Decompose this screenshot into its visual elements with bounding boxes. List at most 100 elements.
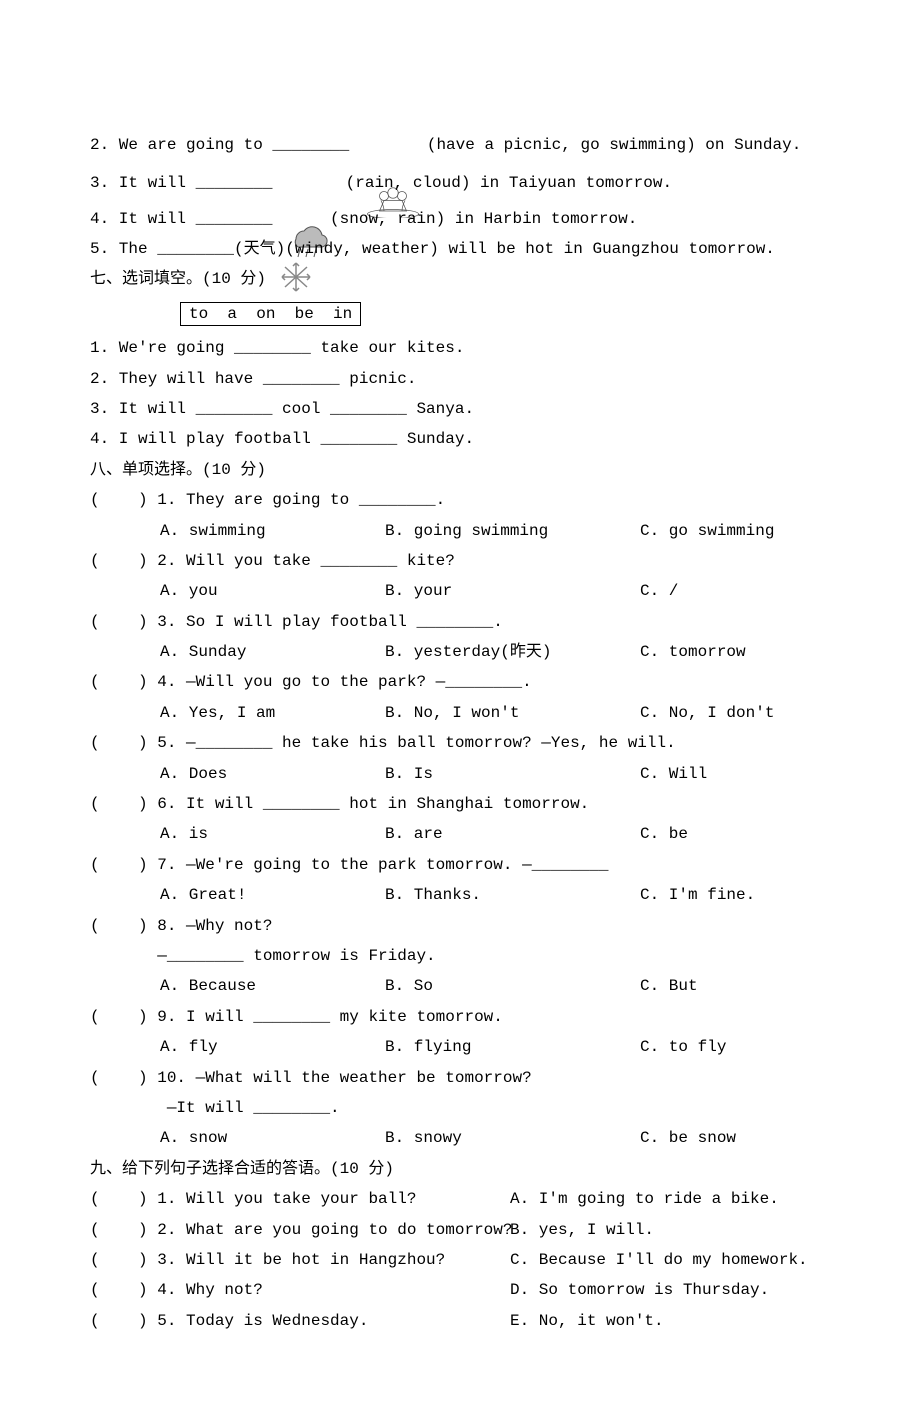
question-text: ( ) 10. —What will the weather be tomorr…: [90, 1063, 532, 1093]
option-c: C. go swimming: [640, 516, 830, 546]
option-b: B. are: [385, 819, 640, 849]
mc-question: ( ) 2. Will you take ________ kite?: [90, 546, 830, 576]
fill-blank-item: 3. It will ________ cool ________ Sanya.: [90, 394, 830, 424]
question-text: ( ) 5. —________ he take his ball tomorr…: [90, 728, 676, 758]
mc-question: ( ) 10. —What will the weather be tomorr…: [90, 1063, 830, 1093]
match-answer: D. So tomorrow is Thursday.: [510, 1275, 830, 1305]
item-text: 2. They will have ________ picnic.: [90, 364, 416, 394]
option-a: A. swimming: [160, 516, 385, 546]
option-c: C. be snow: [640, 1123, 830, 1153]
option-a: A. Sunday: [160, 637, 385, 667]
option-b: B. No, I won't: [385, 698, 640, 728]
mc-options: A. SundayB. yesterday(昨天)C. tomorrow: [90, 637, 830, 667]
match-row: ( ) 1. Will you take your ball?A. I'm go…: [90, 1184, 830, 1214]
option-c: C. tomorrow: [640, 637, 830, 667]
q3-prefix: 3. It will ________: [90, 168, 282, 198]
option-b: B. yesterday(昨天): [385, 637, 640, 667]
option-c: C. No, I don't: [640, 698, 830, 728]
mc-options: A. BecauseB. SoC. But: [90, 971, 830, 1001]
mc-options: A. DoesB. IsC. Will: [90, 759, 830, 789]
question-text: —It will ________.: [90, 1093, 340, 1123]
match-row: ( ) 5. Today is Wednesday.E. No, it won'…: [90, 1306, 830, 1336]
option-c: C. to fly: [640, 1032, 830, 1062]
question-text: ( ) 9. I will ________ my kite tomorrow.: [90, 1002, 503, 1032]
option-b: B. your: [385, 576, 640, 606]
mc-options: A. youB. yourC. /: [90, 576, 830, 606]
section-9-items: ( ) 1. Will you take your ball?A. I'm go…: [90, 1184, 830, 1336]
option-c: C. be: [640, 819, 830, 849]
match-question: ( ) 5. Today is Wednesday.: [90, 1306, 510, 1336]
mc-question-cont: —________ tomorrow is Friday.: [90, 941, 830, 971]
mc-options: A. Yes, I amB. No, I won'tC. No, I don't: [90, 698, 830, 728]
option-a: A. snow: [160, 1123, 385, 1153]
section-9-heading: 九、给下列句子选择合适的答语。(10 分): [90, 1154, 830, 1184]
q4-prefix: 4. It will ________: [90, 204, 272, 234]
mc-question: ( ) 4. —Will you go to the park? —______…: [90, 667, 830, 697]
option-c: C. I'm fine.: [640, 880, 830, 910]
mc-question: ( ) 3. So I will play football ________.: [90, 607, 830, 637]
mc-question: ( ) 6. It will ________ hot in Shanghai …: [90, 789, 830, 819]
option-c: C. Will: [640, 759, 830, 789]
match-answer: C. Because I'll do my homework.: [510, 1245, 830, 1275]
mc-question: ( ) 8. —Why not?: [90, 911, 830, 941]
option-a: A. Does: [160, 759, 385, 789]
match-question: ( ) 1. Will you take your ball?: [90, 1184, 510, 1214]
match-question: ( ) 3. Will it be hot in Hangzhou?: [90, 1245, 510, 1275]
mc-options: A. isB. areC. be: [90, 819, 830, 849]
match-row: ( ) 4. Why not?D. So tomorrow is Thursda…: [90, 1275, 830, 1305]
option-a: A. Great!: [160, 880, 385, 910]
q2-prefix: 2. We are going to ________: [90, 130, 359, 160]
option-b: B. snowy: [385, 1123, 640, 1153]
question-text: —________ tomorrow is Friday.: [90, 941, 436, 971]
question-text: ( ) 7. —We're going to the park tomorrow…: [90, 850, 608, 880]
section-8-items: ( ) 1. They are going to ________.A. swi…: [90, 485, 830, 1154]
worksheet-page: 2. We are going to ________ (have a picn…: [0, 0, 920, 1416]
match-row: ( ) 3. Will it be hot in Hangzhou?C. Bec…: [90, 1245, 830, 1275]
q4-suffix: (snow, rain) in Harbin tomorrow.: [320, 204, 637, 234]
item-text: 4. I will play football ________ Sunday.: [90, 424, 474, 454]
option-a: A. Because: [160, 971, 385, 1001]
mc-question: ( ) 5. —________ he take his ball tomorr…: [90, 728, 830, 758]
section-8-heading: 八、单项选择。(10 分): [90, 455, 830, 485]
word-box-row: to a on be in: [90, 299, 830, 329]
question-text: ( ) 8. —Why not?: [90, 911, 272, 941]
section-7-heading: 七、选词填空。(10 分): [90, 264, 830, 294]
q2-suffix: (have a picnic, go swimming) on Sunday.: [427, 130, 801, 160]
question-text: ( ) 3. So I will play football ________.: [90, 607, 503, 637]
option-c: C. But: [640, 971, 830, 1001]
section-7-items: 1. We're going ________ take our kites.2…: [90, 333, 830, 455]
mc-options: A. snowB. snowyC. be snow: [90, 1123, 830, 1153]
match-row: ( ) 2. What are you going to do tomorrow…: [90, 1215, 830, 1245]
match-answer: A. I'm going to ride a bike.: [510, 1184, 830, 1214]
item-text: 1. We're going ________ take our kites.: [90, 333, 464, 363]
option-b: B. going swimming: [385, 516, 640, 546]
picnic-icon: [363, 120, 423, 160]
q3-suffix: (rain, cloud) in Taiyuan tomorrow.: [336, 168, 672, 198]
option-b: B. Thanks.: [385, 880, 640, 910]
option-b: B. flying: [385, 1032, 640, 1062]
fill-blank-q5: 5. The ________(天气)(windy, weather) will…: [90, 234, 830, 264]
mc-question: ( ) 9. I will ________ my kite tomorrow.: [90, 1002, 830, 1032]
mc-question: ( ) 7. —We're going to the park tomorrow…: [90, 850, 830, 880]
match-answer: E. No, it won't.: [510, 1306, 830, 1336]
fill-blank-item: 1. We're going ________ take our kites.: [90, 333, 830, 363]
fill-blank-q4: 4. It will ________ (snow, rain) in Harb…: [90, 198, 830, 234]
mc-options: A. flyB. flyingC. to fly: [90, 1032, 830, 1062]
option-b: B. So: [385, 971, 640, 1001]
question-text: ( ) 2. Will you take ________ kite?: [90, 546, 455, 576]
fill-blank-q3: 3. It will ________ (rain, cloud) in Tai…: [90, 160, 830, 198]
option-b: B. Is: [385, 759, 640, 789]
option-a: A. is: [160, 819, 385, 849]
option-c: C. /: [640, 576, 830, 606]
question-text: ( ) 4. —Will you go to the park? —______…: [90, 667, 532, 697]
option-a: A. Yes, I am: [160, 698, 385, 728]
fill-blank-item: 4. I will play football ________ Sunday.: [90, 424, 830, 454]
mc-options: A. swimmingB. going swimmingC. go swimmi…: [90, 516, 830, 546]
mc-question: ( ) 1. They are going to ________.: [90, 485, 830, 515]
rain-icon: [286, 160, 332, 198]
match-question: ( ) 2. What are you going to do tomorrow…: [90, 1215, 510, 1245]
option-a: A. you: [160, 576, 385, 606]
snow-icon: [276, 198, 316, 234]
item-text: 3. It will ________ cool ________ Sanya.: [90, 394, 474, 424]
fill-blank-q2: 2. We are going to ________ (have a picn…: [90, 120, 830, 160]
